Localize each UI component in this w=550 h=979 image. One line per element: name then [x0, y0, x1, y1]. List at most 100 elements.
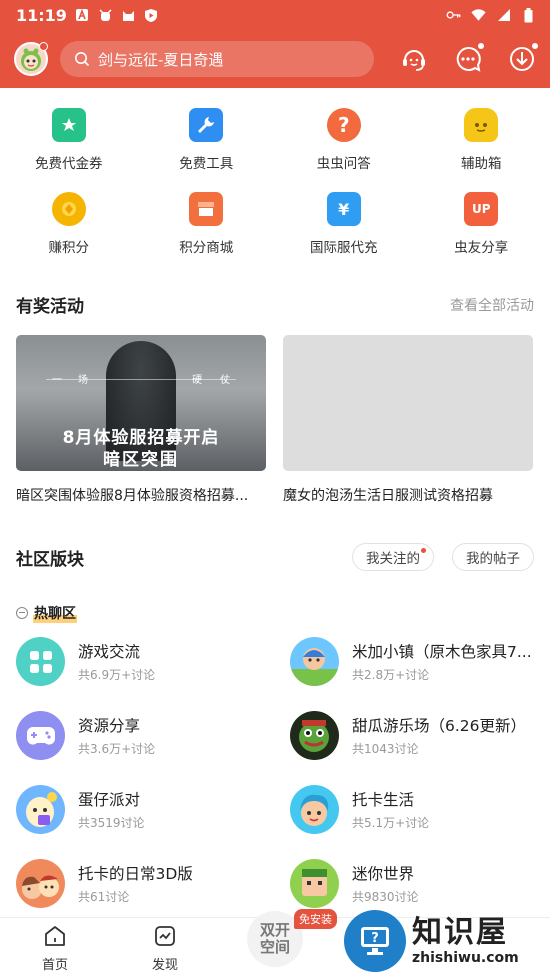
status-left: 11:19: [16, 6, 159, 25]
quick-label: 免费代金券: [35, 156, 103, 172]
quick-free-tools[interactable]: 免费工具: [138, 108, 276, 172]
discover-icon: [155, 926, 175, 946]
forum-item[interactable]: 甜瓜游乐场（6.26更新） 共1043讨论: [275, 711, 550, 760]
watermark-en: zhishiwu.com: [412, 950, 519, 966]
vpn-key-icon: [446, 8, 461, 23]
avatar-badge-dot: [39, 42, 48, 51]
forum-item[interactable]: 迷你世界 共9830讨论: [275, 859, 550, 908]
notification-a-icon: [75, 8, 90, 23]
community-header: 社区版块 我关注的 我的帖子: [0, 543, 550, 571]
activity-card[interactable]: 一 场 硬 仗 8月体验服招募开启 暗区突围 暗区突围体验服8月体验服资格招募.…: [16, 335, 266, 505]
poster-line: [46, 379, 236, 380]
forum-name: 游戏交流: [78, 643, 141, 661]
app-root: 11:19 剑与远征-夏日奇遇 免费代金券 免费工具 ? 虫虫问答 辅助箱 赚积…: [0, 0, 550, 979]
activities-header: 有奖活动 查看全部活动: [0, 292, 550, 317]
battery-icon: [521, 7, 536, 23]
downloads-button[interactable]: [508, 43, 538, 73]
status-time: 11:19: [16, 5, 67, 25]
status-bar: 11:19: [0, 0, 550, 30]
forum-info: 游戏交流 共6.9万+讨论: [78, 640, 155, 683]
messages-button[interactable]: [454, 43, 484, 73]
grid-apps-icon: [16, 637, 65, 686]
notification-shield-icon: [144, 8, 159, 23]
wrench-icon: [189, 108, 224, 142]
activities-title: 有奖活动: [16, 297, 84, 317]
forum-grid: 游戏交流 共6.9万+讨论 米加小镇（原木色家具7... 共2.8万+讨论 资源…: [0, 637, 550, 908]
melon-playground-icon: [290, 711, 339, 760]
quick-label: 辅助箱: [461, 156, 502, 172]
search-icon: [75, 52, 90, 67]
wifi-icon: [471, 8, 486, 23]
forum-item[interactable]: 游戏交流 共6.9万+讨论: [0, 637, 275, 686]
quick-free-coupon[interactable]: 免费代金券: [0, 108, 138, 172]
following-button[interactable]: 我关注的: [352, 543, 434, 571]
forum-item[interactable]: 托卡生活 共5.1万+讨论: [275, 785, 550, 834]
home-icon: [45, 926, 65, 946]
up-share-icon: UP: [464, 192, 499, 226]
quick-label: 赚积分: [48, 240, 90, 256]
forum-name: 米加小镇（原木色家具7...: [352, 643, 532, 661]
forum-item[interactable]: 资源分享 共3.6万+讨论: [0, 711, 275, 760]
quick-earn-points[interactable]: 赚积分: [0, 192, 138, 256]
my-posts-button[interactable]: 我的帖子: [452, 543, 534, 571]
forum-item[interactable]: 托卡的日常3D版 共61讨论: [0, 859, 275, 908]
hot-chat-header[interactable]: 热聊区: [0, 603, 550, 623]
activity-caption: 暗区突围体验服8月体验服资格招募...: [16, 488, 249, 504]
forum-meta: 共6.9万+讨论: [78, 668, 156, 682]
quick-points-mall[interactable]: 积分商城: [138, 192, 276, 256]
forum-info: 资源分享 共3.6万+讨论: [78, 714, 155, 757]
download-icon: [510, 47, 534, 71]
my-posts-label: 我的帖子: [466, 551, 520, 567]
following-badge-dot: [421, 548, 426, 553]
quick-helper-box[interactable]: 辅助箱: [413, 108, 550, 172]
watermark: ? 知识屋 zhishiwu.com: [344, 909, 544, 973]
hot-chat-label: 热聊区: [33, 603, 77, 623]
messages-badge-dot: [478, 43, 484, 49]
quick-user-share[interactable]: UP 虫友分享: [413, 192, 550, 256]
activity-card[interactable]: 魔女的泡汤生活日服测试资格招募: [283, 335, 533, 505]
forum-info: 托卡生活 共5.1万+讨论: [352, 788, 429, 831]
robot-icon: [464, 108, 499, 142]
quick-label: 虫友分享: [454, 240, 509, 256]
quick-qa[interactable]: ? 虫虫问答: [275, 108, 413, 172]
forum-info: 蛋仔派对 共3519讨论: [78, 788, 145, 831]
downloads-badge-dot: [532, 43, 538, 49]
notification-bug-icon: [98, 8, 113, 23]
quick-label: 积分商城: [179, 240, 234, 256]
search-bar[interactable]: 剑与远征-夏日奇遇: [60, 41, 374, 77]
question-icon: ?: [326, 108, 361, 142]
forum-info: 托卡的日常3D版 共61讨论: [78, 862, 193, 905]
search-row: 剑与远征-夏日奇遇: [0, 30, 550, 88]
nav-discover-label: 发现: [151, 958, 178, 973]
customer-service-button[interactable]: [400, 45, 428, 73]
activity-list: 一 场 硬 仗 8月体验服招募开启 暗区突围 暗区突围体验服8月体验服资格招募.…: [0, 335, 550, 505]
toca-life-icon: [290, 785, 339, 834]
quick-label: 国际服代充: [310, 240, 378, 256]
quick-entry-grid: 免费代金券 免费工具 ? 虫虫问答 辅助箱 赚积分 积分商城 ¥ 国际服代充 U…: [0, 88, 550, 256]
nav-discover[interactable]: 发现: [110, 918, 220, 979]
forum-item[interactable]: 蛋仔派对 共3519讨论: [0, 785, 275, 834]
svg-text:?: ?: [371, 931, 379, 946]
forum-name: 蛋仔派对: [78, 791, 141, 809]
dual-space-line1: 双开: [259, 921, 290, 939]
coin-icon: [51, 192, 86, 226]
user-avatar[interactable]: [14, 42, 48, 76]
forum-item[interactable]: 米加小镇（原木色家具7... 共2.8万+讨论: [275, 637, 550, 686]
notification-cat-icon: [121, 8, 136, 23]
search-placeholder: 剑与远征-夏日奇遇: [98, 50, 224, 69]
following-label: 我关注的: [366, 551, 420, 567]
forum-name: 甜瓜游乐场（6.26更新）: [352, 717, 527, 735]
nav-home[interactable]: 首页: [0, 918, 110, 979]
quick-intl-recharge[interactable]: ¥ 国际服代充: [275, 192, 413, 256]
activity-poster: 一 场 硬 仗 8月体验服招募开启 暗区突围: [16, 335, 266, 471]
poster-game-title: 暗区突围: [103, 450, 179, 470]
forum-info: 甜瓜游乐场（6.26更新） 共1043讨论: [352, 714, 526, 757]
forum-meta: 共61讨论: [78, 890, 130, 904]
signal-icon: [496, 8, 511, 23]
status-right: [446, 7, 536, 23]
view-all-activities-link[interactable]: 查看全部活动: [450, 295, 534, 315]
dual-space-label: 双开 空间: [260, 922, 290, 956]
watermark-cn: 知识屋: [412, 915, 508, 950]
top-bar: 11:19 剑与远征-夏日奇遇: [0, 0, 550, 88]
